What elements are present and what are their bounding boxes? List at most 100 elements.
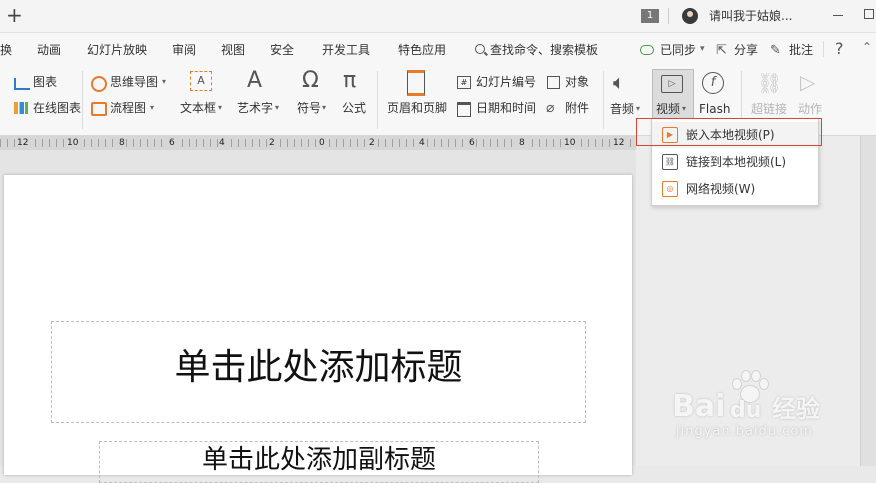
watermark-brand: Bai xyxy=(672,389,726,424)
ruler-label: 8 xyxy=(118,136,126,150)
chevron-down-icon: ▾ xyxy=(322,103,327,112)
mindmap-icon xyxy=(91,76,107,92)
user-name[interactable]: 请叫我于姑娘... xyxy=(709,8,792,24)
wordart-icon: A xyxy=(247,68,263,93)
web-video-item[interactable]: ◎ 网络视频(W) xyxy=(652,176,818,202)
ruler-label: 4 xyxy=(218,136,226,150)
object-button[interactable]: 对象 xyxy=(565,75,589,90)
help-button[interactable]: ? xyxy=(835,39,844,59)
menu-item-animation[interactable]: 动画 xyxy=(37,42,61,58)
flowchart-button[interactable]: 流程图 xyxy=(110,101,146,116)
slide-number-icon: # xyxy=(457,76,471,89)
comment-button[interactable]: 批注 xyxy=(789,42,813,58)
chevron-down-icon: ▾ xyxy=(218,103,223,112)
menu-item-switch[interactable]: 换 xyxy=(0,42,12,58)
slide-number-button[interactable]: 幻灯片编号 xyxy=(476,75,536,90)
title-bar: + 1 请叫我于姑娘... xyxy=(0,0,876,33)
ruler-label: 0 xyxy=(318,136,326,150)
chevron-down-icon: ▾ xyxy=(700,44,705,54)
speaker-icon: 🔈︎ xyxy=(613,70,625,94)
add-tab-button[interactable]: + xyxy=(6,3,23,27)
video-link-icon: ⛓︎ xyxy=(662,154,678,170)
link-icon: ⛓︎ xyxy=(757,71,783,95)
title-placeholder-text: 单击此处添加标题 xyxy=(174,347,463,388)
object-icon xyxy=(547,76,560,89)
action-button[interactable]: 动作 xyxy=(798,102,822,117)
web-video-label: 网络视频(W) xyxy=(686,182,756,196)
online-chart-button[interactable]: 在线图表 xyxy=(33,101,81,116)
ruler-label: 6 xyxy=(168,136,176,150)
flowchart-icon xyxy=(91,102,107,116)
watermark-brand-du: du xyxy=(730,398,762,423)
watermark-url: jingyan.baidu.com xyxy=(676,424,813,439)
baidu-watermark: Bai du 经验 jingyan.baidu.com xyxy=(672,370,872,440)
symbol-button[interactable]: 符号 xyxy=(297,101,321,116)
menu-item-view[interactable]: 视图 xyxy=(221,42,245,58)
ruler-label: 12 xyxy=(612,136,626,150)
ruler-label: 8 xyxy=(518,136,526,150)
pi-icon: π xyxy=(343,68,357,93)
flash-icon: f xyxy=(702,72,724,94)
datetime-button[interactable]: 日期和时间 xyxy=(476,101,536,116)
highlight-box xyxy=(636,118,822,146)
comment-icon: ✎ xyxy=(770,43,781,58)
calendar-icon xyxy=(457,102,471,117)
subtitle-placeholder[interactable]: 单击此处添加副标题 xyxy=(99,441,539,483)
header-footer-icon xyxy=(407,70,425,96)
paperclip-icon: ⌀ xyxy=(546,100,555,116)
web-video-icon: ◎ xyxy=(662,181,678,197)
mindmap-button[interactable]: 思维导图 xyxy=(110,75,158,90)
formula-button[interactable]: 公式 xyxy=(342,101,366,116)
collapse-ribbon-icon[interactable]: ⌃ xyxy=(862,40,872,54)
sync-status[interactable]: 已同步 xyxy=(660,42,696,58)
slide-canvas[interactable]: 单击此处添加标题 单击此处添加副标题 xyxy=(4,175,632,483)
share-button[interactable]: 分享 xyxy=(734,42,758,58)
ruler-label: 2 xyxy=(268,136,276,150)
online-chart-icon xyxy=(14,102,28,114)
chevron-down-icon: ▾ xyxy=(636,104,641,113)
header-footer-button[interactable]: 页眉和页脚 xyxy=(387,101,447,116)
video-button[interactable]: 视频 xyxy=(656,102,680,117)
chart-button[interactable]: 图表 xyxy=(33,75,57,90)
textbox-icon: A xyxy=(190,71,212,91)
action-icon: ▷ xyxy=(800,70,816,94)
avatar[interactable] xyxy=(682,8,698,24)
attachment-button[interactable]: 附件 xyxy=(565,101,589,116)
video-icon: ▷ xyxy=(661,75,683,93)
chevron-down-icon: ▾ xyxy=(150,103,155,112)
menu-item-slideshow[interactable]: 幻灯片放映 xyxy=(87,42,147,58)
chevron-down-icon: ▾ xyxy=(682,104,687,113)
search-commands-input[interactable]: 查找命令、搜索模板 xyxy=(490,42,598,58)
flash-button[interactable]: Flash xyxy=(699,102,730,117)
page-badge: 1 xyxy=(641,9,659,23)
audio-button[interactable]: 音频 xyxy=(610,102,634,117)
share-icon: ⇱ xyxy=(716,43,727,58)
menu-item-security[interactable]: 安全 xyxy=(270,42,294,58)
chart-icon xyxy=(14,78,30,90)
horizontal-ruler: 12 10 8 6 4 2 0 2 4 6 8 10 12 xyxy=(0,136,636,150)
menu-item-review[interactable]: 审阅 xyxy=(172,42,196,58)
title-placeholder[interactable]: 单击此处添加标题 xyxy=(51,321,586,423)
restore-icon[interactable] xyxy=(864,9,874,19)
subtitle-placeholder-text: 单击此处添加副标题 xyxy=(201,445,436,475)
chevron-down-icon: ▾ xyxy=(162,77,167,86)
wordart-button[interactable]: 艺术字 xyxy=(237,101,273,116)
ruler-label: 12 xyxy=(16,136,30,150)
menu-bar: 换 动画 幻灯片放映 审阅 视图 安全 开发工具 特色应用 查找命令、搜索模板 … xyxy=(0,33,876,65)
cloud-sync-icon xyxy=(640,45,654,55)
link-local-video-item[interactable]: ⛓︎ 链接到本地视频(L) xyxy=(652,149,818,175)
omega-icon: Ω xyxy=(302,68,319,93)
ruler-label: 6 xyxy=(468,136,476,150)
chevron-down-icon: ▾ xyxy=(275,103,280,112)
ruler-label: 10 xyxy=(563,136,577,150)
textbox-button[interactable]: 文本框 xyxy=(180,101,216,116)
hyperlink-button[interactable]: 超链接 xyxy=(751,102,787,117)
menu-item-features[interactable]: 特色应用 xyxy=(398,42,446,58)
link-local-video-label: 链接到本地视频(L) xyxy=(686,155,787,169)
minimize-icon[interactable] xyxy=(833,15,843,16)
ruler-label: 2 xyxy=(368,136,376,150)
watermark-brand-cn: 经验 xyxy=(772,395,820,423)
menu-item-developer[interactable]: 开发工具 xyxy=(322,42,370,58)
ruler-label: 10 xyxy=(66,136,80,150)
ruler-label: 4 xyxy=(418,136,426,150)
